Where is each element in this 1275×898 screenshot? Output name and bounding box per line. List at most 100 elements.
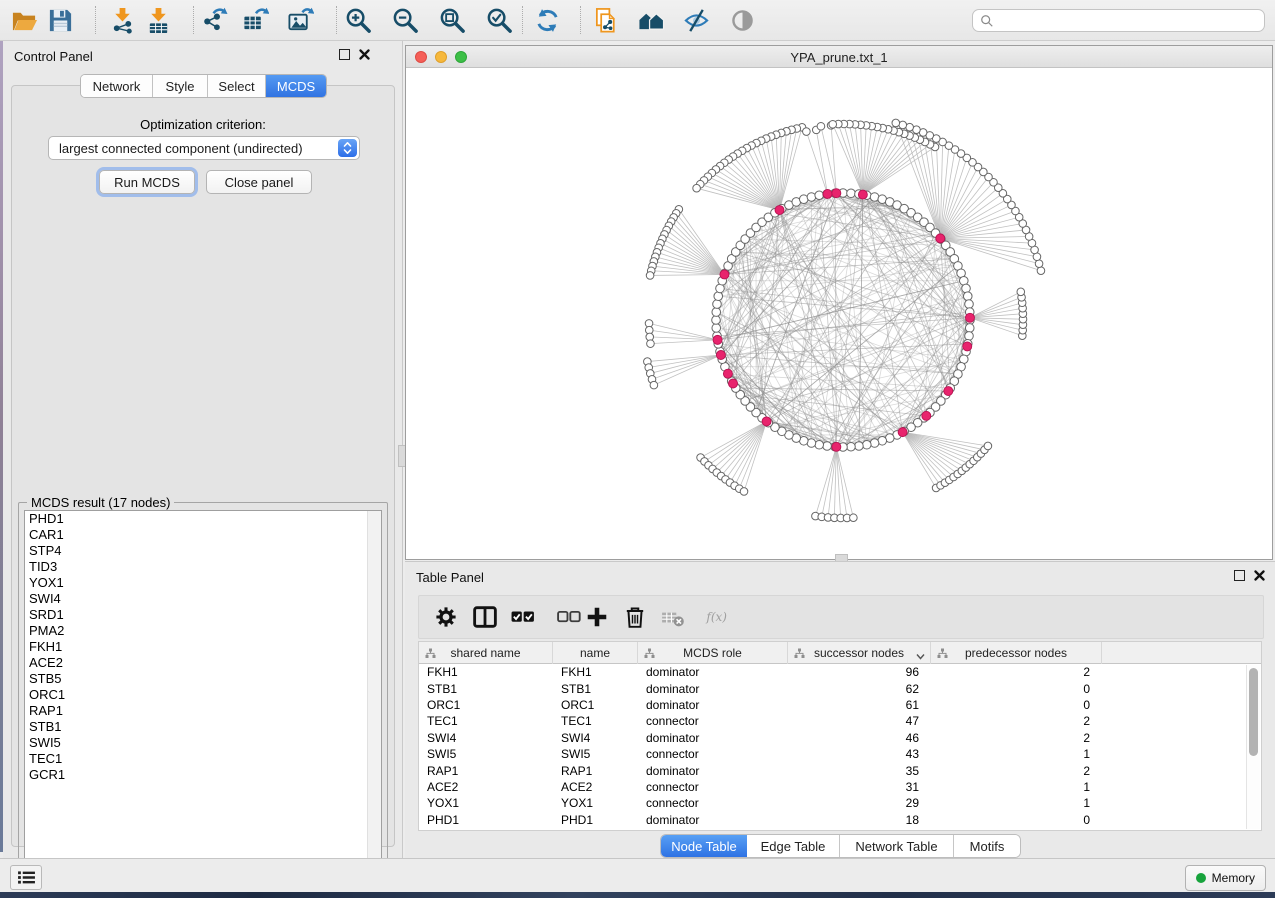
column-header-shared-name[interactable]: shared name [419,642,553,664]
network-node[interactable] [963,292,972,301]
table-cell[interactable]: 96 [788,665,931,679]
network-node[interactable] [740,488,748,496]
table-cell[interactable]: SWI5 [419,747,553,761]
network-graph[interactable] [406,68,1272,559]
network-node[interactable] [646,272,654,280]
close-panel-button[interactable]: Close panel [206,170,312,194]
columns-icon[interactable] [470,602,500,632]
network-node[interactable] [815,440,824,449]
network-node[interactable] [965,332,974,341]
table-cell[interactable]: PHD1 [553,813,638,827]
network-node[interactable] [815,191,824,200]
table-row[interactable]: ORC1ORC1dominator610 [419,697,1261,713]
add-column-icon[interactable] [582,602,612,632]
delete-column-icon[interactable] [620,602,650,632]
table-cell[interactable]: dominator [638,731,788,745]
mcds-result-list[interactable]: PHD1CAR1STP4TID3YOX1SWI4SRD1PMA2FKH1ACE2… [24,510,382,870]
mcds-selected-node[interactable] [858,190,867,199]
automation-panel-button[interactable] [10,865,42,890]
table-cell[interactable]: SWI5 [553,747,638,761]
tab-network-table[interactable]: Network Table [840,835,954,857]
mcds-result-item[interactable]: YOX1 [25,575,381,591]
network-node[interactable] [712,316,721,325]
network-node[interactable] [1037,267,1045,275]
table-cell[interactable]: connector [638,796,788,810]
zoom-selected-icon[interactable] [484,5,514,35]
float-panel-icon[interactable] [339,49,350,60]
network-node[interactable] [823,442,832,451]
mcds-selected-node[interactable] [762,417,771,426]
table-row[interactable]: ACE2ACE2connector311 [419,779,1261,795]
table-cell[interactable]: RAP1 [553,764,638,778]
table-row[interactable]: YOX1YOX1connector291 [419,795,1261,811]
table-cell[interactable]: 46 [788,731,931,745]
tab-node-table[interactable]: Node Table [661,835,747,857]
column-header-successor-nodes[interactable]: successor nodes [788,642,931,664]
first-neighbors-icon[interactable] [636,5,666,35]
mcds-result-item[interactable]: GCR1 [25,767,381,783]
table-cell[interactable]: 31 [788,780,931,794]
network-node[interactable] [847,442,856,451]
mcds-result-item[interactable]: CAR1 [25,527,381,543]
mcds-result-item[interactable]: FKH1 [25,639,381,655]
table-cell[interactable]: 2 [931,665,1102,679]
network-node[interactable] [829,120,837,128]
table-cell[interactable]: dominator [638,665,788,679]
mcds-result-item[interactable]: PHD1 [25,511,381,527]
network-node[interactable] [647,340,655,348]
zoom-in-icon[interactable] [343,5,373,35]
mcds-result-item[interactable]: STB1 [25,719,381,735]
table-cell[interactable]: dominator [638,698,788,712]
table-cell[interactable]: STB1 [553,682,638,696]
column-header-name[interactable]: name [553,642,638,664]
network-node[interactable] [807,193,816,202]
mcds-selected-node[interactable] [716,351,725,360]
table-cell[interactable]: 2 [931,764,1102,778]
table-cell[interactable]: ACE2 [553,780,638,794]
table-cell[interactable]: dominator [638,813,788,827]
table-cell[interactable]: 35 [788,764,931,778]
mcds-selected-node[interactable] [832,442,841,451]
save-session-icon[interactable] [45,5,75,35]
table-cell[interactable]: 2 [931,714,1102,728]
table-row[interactable]: STB1STB1dominator620 [419,680,1261,696]
search-input[interactable] [994,11,1264,31]
table-scrollbar[interactable] [1246,665,1260,829]
table-cell[interactable]: 29 [788,796,931,810]
memory-button[interactable]: Memory [1185,865,1266,891]
mcds-selected-node[interactable] [944,387,953,396]
table-row[interactable]: SWI5SWI5connector431 [419,746,1261,762]
network-node[interactable] [962,284,971,293]
table-cell[interactable]: 0 [931,682,1102,696]
network-node[interactable] [713,300,722,309]
table-cell[interactable]: 2 [931,731,1102,745]
export-network-icon[interactable] [199,5,229,35]
network-window-titlebar[interactable]: YPA_prune.txt_1 [406,46,1272,68]
float-table-panel-icon[interactable] [1234,570,1245,581]
table-cell[interactable]: PHD1 [419,813,553,827]
mcds-result-item[interactable]: SWI5 [25,735,381,751]
mcds-list-scrollbar[interactable] [367,511,381,869]
table-cell[interactable]: dominator [638,764,788,778]
tab-network[interactable]: Network [81,75,153,97]
mcds-selected-node[interactable] [936,234,945,243]
tab-select[interactable]: Select [208,75,266,97]
network-node[interactable] [965,324,974,333]
table-cell[interactable]: FKH1 [419,665,553,679]
open-session-icon[interactable] [9,5,39,35]
tab-style[interactable]: Style [153,75,208,97]
network-node[interactable] [693,184,701,192]
table-cell[interactable]: TEC1 [419,714,553,728]
mcds-selected-node[interactable] [963,342,972,351]
mcds-selected-node[interactable] [723,369,732,378]
select-all-icon[interactable] [505,602,541,632]
network-node[interactable] [899,121,907,129]
table-cell[interactable]: SWI4 [553,731,638,745]
table-cell[interactable]: connector [638,747,788,761]
table-row[interactable]: PHD1PHD1dominator180 [419,812,1261,828]
network-node[interactable] [1017,288,1025,296]
network-node[interactable] [712,324,721,333]
tab-mcds[interactable]: MCDS [266,75,326,97]
network-node[interactable] [817,122,825,130]
table-cell[interactable]: dominator [638,682,788,696]
